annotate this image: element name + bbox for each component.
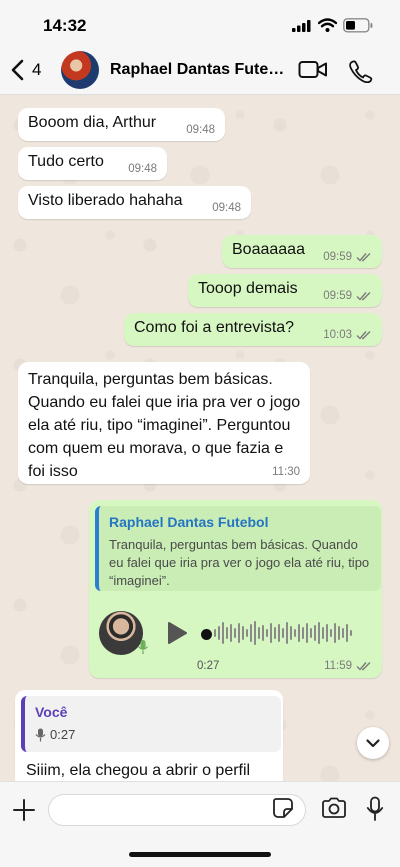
sticker-icon[interactable] [272,797,294,819]
contact-avatar[interactable] [61,51,99,89]
wifi-icon [318,18,337,32]
microphone-icon [35,728,46,742]
read-receipt-icon [356,292,371,301]
quote-author: Você [35,704,68,720]
message-time: 09:48 [128,163,157,175]
read-receipt-icon [356,331,371,340]
message-text: Boaaaaaa [232,241,305,258]
quoted-message[interactable]: Você 0:27 [21,696,281,752]
message-text: Booom dia, Arthur [28,114,157,131]
message-time: 09:59 [323,251,352,263]
battery-icon [343,18,373,33]
microphone-icon[interactable] [366,796,384,822]
voice-reply-bubble[interactable]: Raphael Dantas Futebol Tranquila, pergun… [89,500,382,678]
phone-icon[interactable] [348,59,374,83]
contact-name[interactable]: Raphael Dantas Futebol [110,61,290,79]
message-bubble[interactable]: Como foi a entrevista? 10:03 [124,313,382,346]
cellular-signal-icon [292,20,311,32]
quote-author: Raphael Dantas Futebol [109,514,269,530]
quote-duration: 0:27 [50,727,76,742]
message-bubble[interactable]: Tudo certo 09:48 [18,147,167,180]
message-time: 09:48 [186,124,215,136]
message-bubble[interactable]: Visto liberado hahaha 09:48 [18,186,251,219]
plus-icon[interactable] [12,798,36,822]
read-receipt-icon [356,662,371,671]
unread-count[interactable]: 4 [32,60,41,80]
message-text: Siiim, ela chegou a abrir o perfil [26,762,251,779]
quote-text: Tranquila, perguntas bem básicas. Quando… [109,537,370,588]
message-time: 11:30 [272,466,300,478]
chat-header: 4 Raphael Dantas Futebol [0,48,400,95]
microphone-icon [137,640,149,654]
message-text: Visto liberado hahaha [28,192,183,209]
camera-icon[interactable] [321,797,347,819]
home-indicator [129,852,271,857]
voice-duration: 0:27 [197,660,220,672]
playback-scrubber[interactable] [201,629,212,640]
message-bubble[interactable]: Booom dia, Arthur 09:48 [18,108,225,141]
message-text: Tudo certo [28,153,104,170]
chevron-down-icon [366,739,380,748]
status-bar: 14:32 [0,0,400,48]
message-text: Tooop demais [198,280,298,297]
message-time: 09:59 [323,290,352,302]
scroll-to-bottom-button[interactable] [357,727,389,759]
message-time: 11:59 [324,660,352,672]
audio-waveform[interactable] [214,618,364,648]
message-bubble[interactable]: Tranquila, perguntas bem básicas. Quando… [18,362,310,484]
message-bubble[interactable]: Você 0:27 Siiim, ela chegou a abrir o pe… [15,690,283,781]
chat-area[interactable]: Booom dia, Arthur 09:48 Tudo certo 09:48… [0,95,400,781]
status-time: 14:32 [43,16,87,35]
message-bubble[interactable]: Tooop demais 09:59 [188,274,382,307]
message-time: 09:48 [212,202,241,214]
read-receipt-icon [356,253,371,262]
message-time: 10:03 [323,329,352,341]
play-icon[interactable] [166,620,188,646]
message-text: Tranquila, perguntas bem básicas. Quando… [28,371,301,480]
message-composer [0,781,400,867]
video-camera-icon[interactable] [298,59,328,81]
message-bubble[interactable]: Boaaaaaa 09:59 [222,235,382,268]
message-text: Como foi a entrevista? [134,319,295,336]
message-input[interactable] [48,794,306,826]
quoted-message[interactable]: Raphael Dantas Futebol Tranquila, pergun… [95,506,381,591]
chevron-left-icon[interactable] [8,58,30,82]
